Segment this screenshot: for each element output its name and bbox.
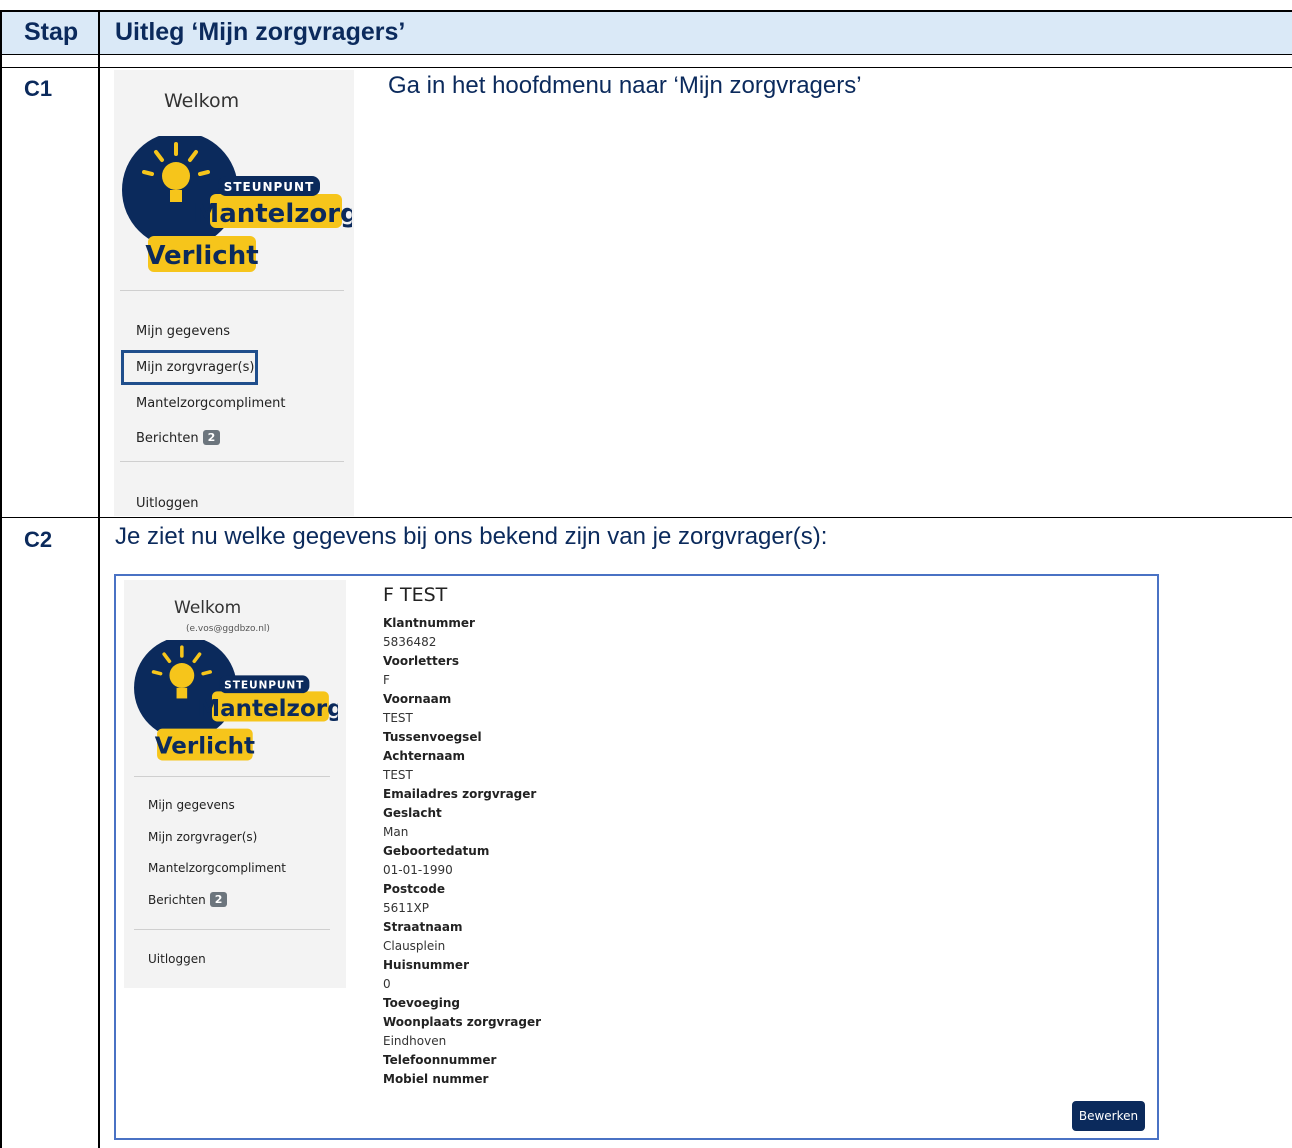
zorgvrager-screenshot-c2: Welkom (e.vos@ggdbzo.nl) STEUNPUNT Mante… [114, 574, 1159, 1140]
sidebar-screenshot-c1: Welkom STEUNPUNT Mantelzorg Verlicht Mij… [114, 70, 354, 516]
field-value: 5611XP [383, 901, 429, 915]
sidebar-item-uitloggen[interactable]: Uitloggen [136, 496, 199, 511]
sidebar-divider [120, 290, 344, 291]
sidebar-divider [134, 929, 330, 930]
field-label: Telefoonnummer [383, 1053, 497, 1067]
instruction-c2: Je ziet nu welke gegevens bij ons bekend… [115, 523, 828, 550]
field-label: Toevoeging [383, 996, 461, 1010]
welcome-text: Welkom [174, 598, 242, 618]
field-label: Geslacht [383, 806, 442, 820]
sidebar-screenshot-c2: Welkom (e.vos@ggdbzo.nl) STEUNPUNT Mante… [124, 580, 346, 988]
steunpunt-logo: STEUNPUNT Mantelzorg Verlicht [134, 640, 338, 761]
sidebar-item-berichten[interactable]: Berichten 2 [136, 430, 221, 446]
zorgvrager-details-list: Klantnummer 5836482 Voorletters F Voornaam TE… [383, 614, 541, 1089]
sidebar-item-mijn-zorgvragers[interactable]: Mijn zorgvrager(s) [148, 830, 257, 844]
instruction-c1: Ga in het hoofdmenu naar ‘Mijn zorgvrage… [388, 72, 862, 99]
sidebar-item-mantelzorgcompliment[interactable]: Mantelzorgcompliment [148, 861, 286, 875]
field-label: Voornaam [383, 692, 452, 706]
field-label: Postcode [383, 882, 446, 896]
field-label: Achternaam [383, 749, 465, 763]
field-label: Woonplaats zorgvrager [383, 1015, 542, 1029]
welcome-text: Welkom [164, 90, 240, 112]
logo-text-verlicht: Verlicht [155, 733, 255, 759]
header-explanation: Uitleg ‘Mijn zorgvragers’ [115, 18, 406, 46]
field-value: 01-01-1990 [383, 863, 453, 877]
field-label: Voorletters [383, 654, 459, 668]
sidebar-item-uitloggen[interactable]: Uitloggen [148, 952, 206, 966]
sidebar-item-mijn-zorgvragers[interactable]: Mijn zorgvrager(s) [136, 360, 254, 375]
logo-text-mantelzorg: Mantelzorg [197, 696, 338, 722]
logo-text-verlicht: Verlicht [145, 241, 258, 271]
field-value: TEST [383, 768, 413, 782]
field-label: Geboortedatum [383, 844, 490, 858]
field-label: Tussenvoegsel [383, 730, 482, 744]
sidebar-divider [134, 776, 330, 777]
step-c2: C2 [24, 527, 53, 552]
sidebar-item-mantelzorgcompliment[interactable]: Mantelzorgcompliment [136, 396, 286, 411]
table-border-left [0, 10, 2, 1148]
instruction-table: Stap Uitleg ‘Mijn zorgvragers’ C1 Ga in … [0, 10, 1292, 1148]
row-divider-2 [0, 517, 1292, 518]
messages-count-badge: 2 [209, 892, 228, 907]
field-value: Clausplein [383, 939, 446, 953]
row-divider-1 [0, 67, 1292, 68]
user-email: (e.vos@ggdbzo.nl) [186, 624, 270, 634]
logo-text-steunpunt: STEUNPUNT [224, 180, 315, 194]
logo-text-mantelzorg: Mantelzorg [193, 199, 352, 229]
messages-count-badge: 2 [202, 430, 221, 445]
table-header-row: Stap Uitleg ‘Mijn zorgvragers’ [0, 10, 1292, 55]
sidebar-divider [120, 461, 344, 462]
logo-text-steunpunt: STEUNPUNT [224, 679, 304, 692]
field-label: Straatnaam [383, 920, 463, 934]
field-label: Mobiel nummer [383, 1072, 489, 1086]
field-value: Man [383, 825, 409, 839]
sidebar-item-berichten[interactable]: Berichten 2 [148, 892, 228, 907]
step-c1: C1 [24, 76, 53, 101]
field-value: 5836482 [383, 635, 437, 649]
sidebar-item-mijn-gegevens[interactable]: Mijn gegevens [136, 324, 230, 339]
field-label: Huisnummer [383, 958, 469, 972]
field-label: Klantnummer [383, 616, 475, 630]
header-step: Stap [24, 18, 79, 46]
field-value: 0 [383, 977, 391, 991]
field-value: TEST [383, 711, 413, 725]
steunpunt-logo: STEUNPUNT Mantelzorg Verlicht [122, 136, 352, 272]
field-value: Eindhoven [383, 1034, 447, 1048]
sidebar-item-mijn-gegevens[interactable]: Mijn gegevens [148, 798, 235, 812]
table-column-divider [98, 10, 100, 1148]
zorgvrager-name-title: F TEST [383, 584, 448, 606]
edit-button[interactable]: Bewerken [1072, 1101, 1145, 1131]
sidebar-item-berichten-label: Berichten [136, 431, 199, 446]
sidebar-item-berichten-label: Berichten [148, 893, 206, 907]
field-value: F [383, 673, 390, 687]
field-label: Emailadres zorgvrager [383, 787, 537, 801]
